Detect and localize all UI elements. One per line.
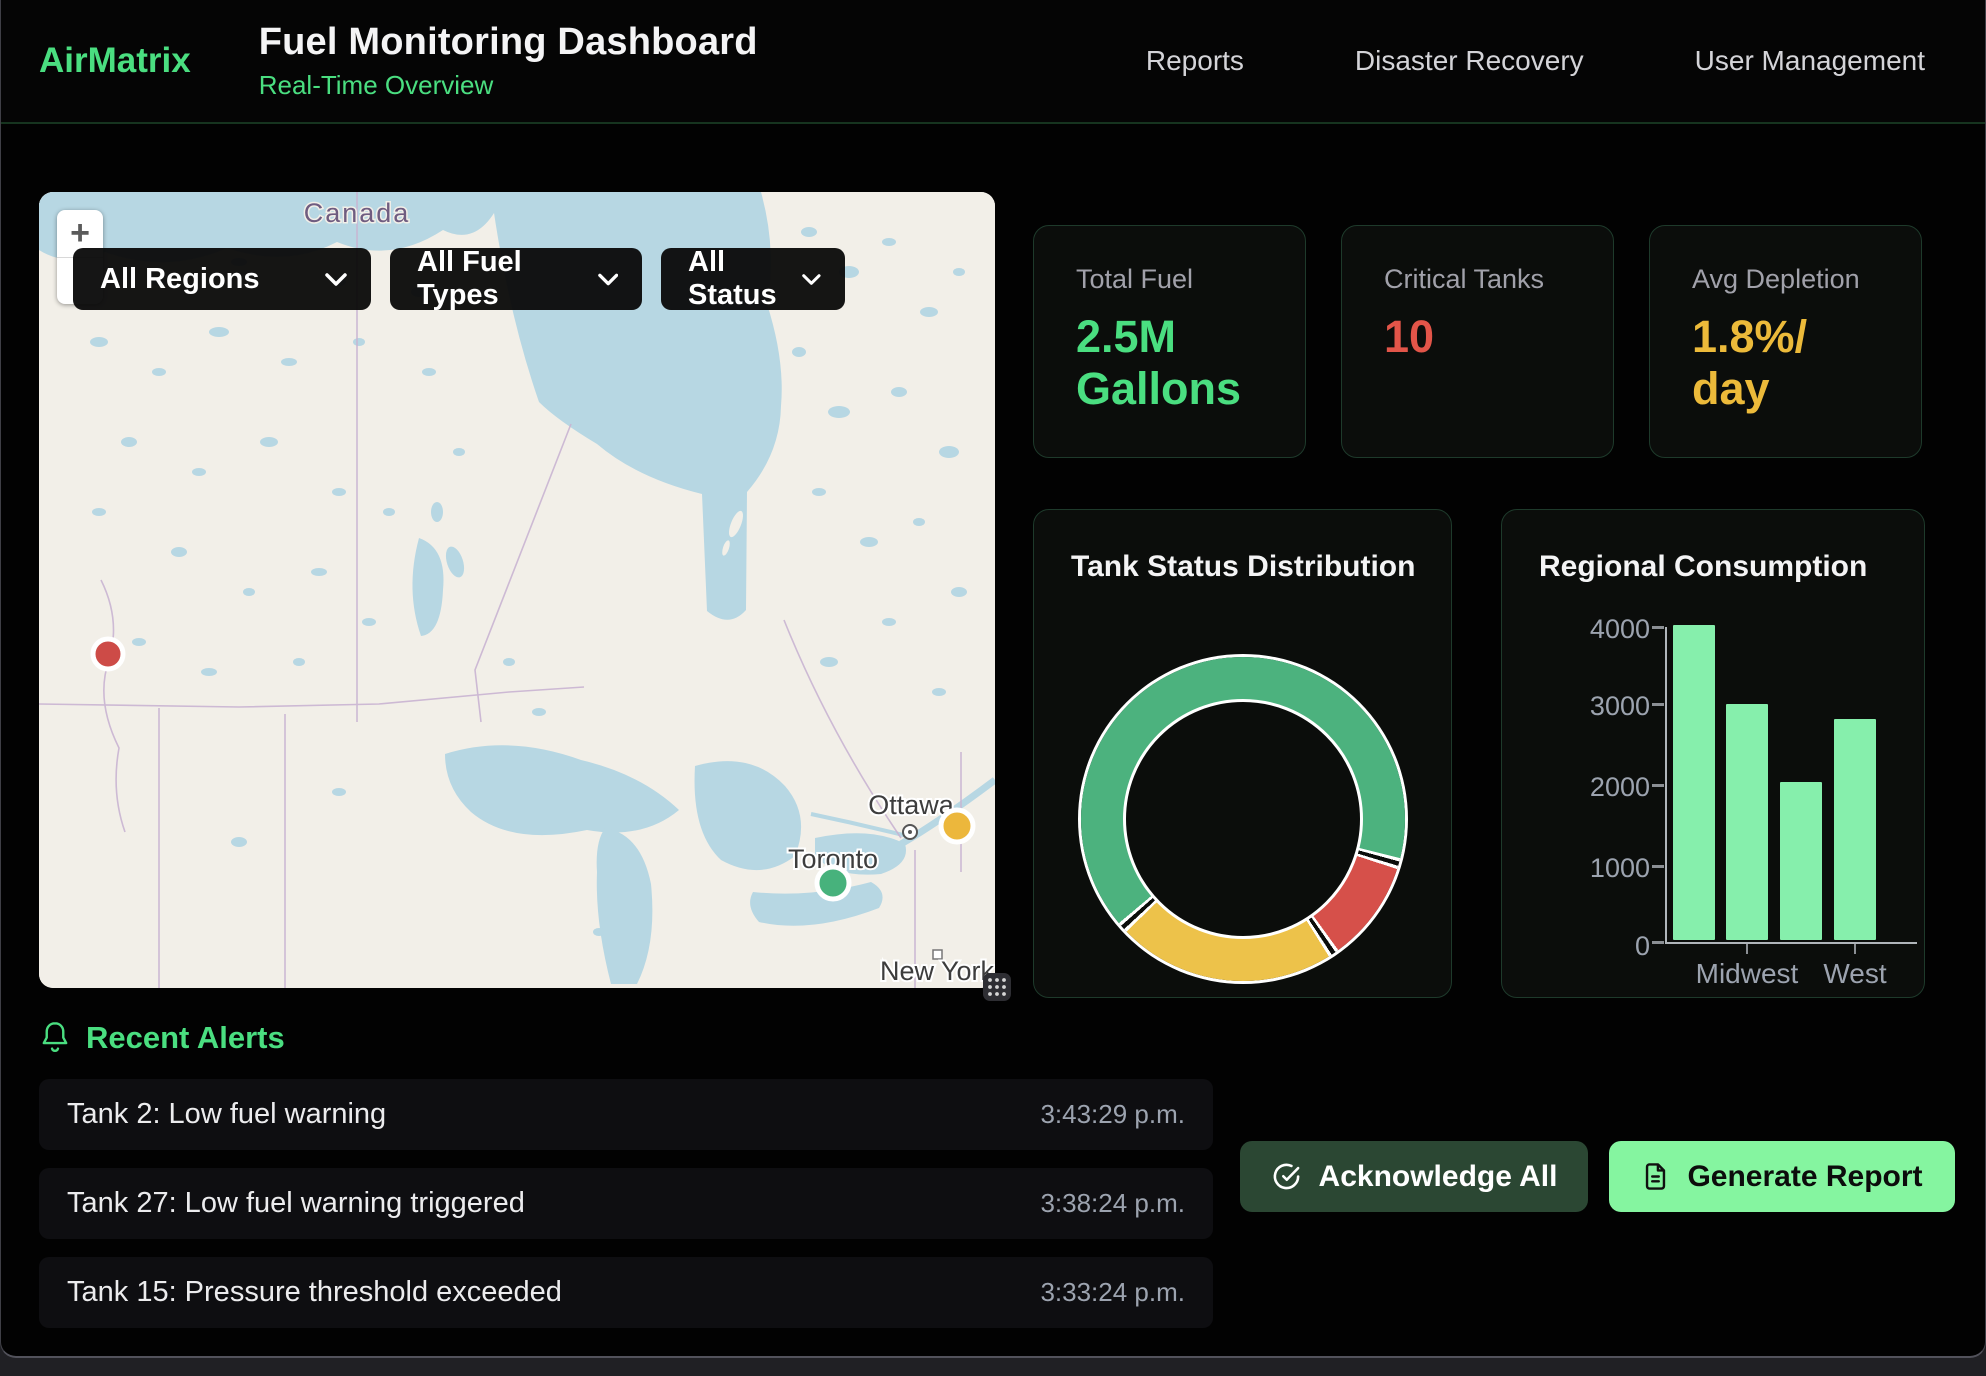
- alerts-heading: Recent Alerts: [39, 1020, 285, 1056]
- stat-critical-tanks: Critical Tanks 10: [1341, 225, 1614, 458]
- acknowledge-all-button[interactable]: Acknowledge All: [1240, 1141, 1588, 1212]
- stat-value: 1.8%/ day: [1692, 311, 1891, 415]
- tank-marker-warning[interactable]: [941, 810, 973, 842]
- page-title: Fuel Monitoring Dashboard: [259, 21, 758, 64]
- y-tick-mark: [1652, 703, 1664, 706]
- alert-row[interactable]: Tank 27: Low fuel warning triggered 3:38…: [39, 1168, 1213, 1239]
- status-dropdown-value: All Status: [688, 246, 802, 312]
- stat-label: Critical Tanks: [1384, 264, 1583, 295]
- bell-icon: [39, 1020, 71, 1056]
- alert-message: Tank 15: Pressure threshold exceeded: [67, 1276, 562, 1309]
- y-axis-line: [1665, 627, 1667, 944]
- chevron-down-icon: [325, 273, 347, 286]
- tank-status-card: Tank Status Distribution: [1033, 509, 1452, 998]
- consumption-bar: [1726, 704, 1768, 940]
- alert-time: 3:38:24 p.m.: [1040, 1188, 1185, 1219]
- chevron-down-icon: [802, 273, 821, 286]
- alert-message: Tank 27: Low fuel warning triggered: [67, 1187, 525, 1220]
- fuel-map[interactable]: Canada Ottawa Toronto New York + All Reg…: [39, 192, 995, 988]
- dashboard-panel: AirMatrix Fuel Monitoring Dashboard Real…: [0, 0, 1986, 1358]
- stat-total-fuel: Total Fuel 2.5M Gallons: [1033, 225, 1306, 458]
- alerts-heading-text: Recent Alerts: [86, 1020, 285, 1056]
- y-tick-mark: [1652, 941, 1664, 944]
- x-tick-label: West: [1795, 958, 1915, 990]
- y-tick-label: 2000: [1502, 772, 1650, 803]
- status-dropdown[interactable]: All Status: [661, 248, 845, 310]
- alert-message: Tank 2: Low fuel warning: [67, 1098, 386, 1131]
- x-tick-mark: [1746, 944, 1748, 954]
- header: AirMatrix Fuel Monitoring Dashboard Real…: [1, 0, 1985, 124]
- stat-avg-depletion: Avg Depletion 1.8%/ day: [1649, 225, 1922, 458]
- tank-marker-normal[interactable]: [817, 867, 849, 899]
- y-tick-mark: [1652, 784, 1664, 787]
- y-tick-label: 4000: [1502, 614, 1650, 645]
- bar-chart-title: Regional Consumption: [1539, 550, 1867, 584]
- alert-time: 3:43:29 p.m.: [1040, 1099, 1185, 1130]
- stat-label: Avg Depletion: [1692, 264, 1891, 295]
- page-title-block: Fuel Monitoring Dashboard Real-Time Over…: [259, 21, 758, 101]
- stat-label: Total Fuel: [1076, 264, 1275, 295]
- nav-disaster-recovery[interactable]: Disaster Recovery: [1355, 45, 1584, 77]
- stat-cards: Total Fuel 2.5M Gallons Critical Tanks 1…: [1033, 225, 1922, 458]
- main-nav: Reports Disaster Recovery User Managemen…: [1146, 45, 1925, 77]
- x-axis-line: [1665, 942, 1917, 944]
- tank-marker-critical[interactable]: [93, 639, 123, 669]
- consumption-bar: [1834, 719, 1876, 940]
- map-resize-handle[interactable]: [983, 973, 1011, 1001]
- consumption-bar: [1780, 782, 1822, 940]
- map-label-canada: Canada: [304, 198, 411, 228]
- lake: [431, 502, 443, 522]
- nav-user-management[interactable]: User Management: [1695, 45, 1925, 77]
- y-tick-label: 3000: [1502, 691, 1650, 722]
- town-dot-icon: [908, 830, 912, 834]
- nav-reports[interactable]: Reports: [1146, 45, 1244, 77]
- page-subtitle: Real-Time Overview: [259, 70, 758, 101]
- alert-time: 3:33:24 p.m.: [1040, 1277, 1185, 1308]
- donut-chart-title: Tank Status Distribution: [1071, 550, 1415, 584]
- y-tick-mark: [1652, 626, 1664, 629]
- consumption-bar: [1673, 625, 1715, 940]
- alert-row[interactable]: Tank 15: Pressure threshold exceeded 3:3…: [39, 1257, 1213, 1328]
- file-text-icon: [1641, 1161, 1670, 1192]
- grip-dots-icon: [986, 976, 1008, 998]
- stat-value: 10: [1384, 311, 1583, 363]
- map-label-ottawa: Ottawa: [868, 790, 955, 820]
- map-filters: All Regions All Fuel Types All Status: [73, 248, 845, 310]
- generate-report-label: Generate Report: [1687, 1160, 1922, 1194]
- stat-value: 2.5M Gallons: [1076, 311, 1275, 415]
- fuel-types-dropdown[interactable]: All Fuel Types: [390, 248, 642, 310]
- acknowledge-all-label: Acknowledge All: [1319, 1160, 1558, 1194]
- donut-chart: [1081, 657, 1405, 981]
- regions-dropdown-value: All Regions: [100, 263, 260, 296]
- map-label-new-york: New York: [880, 956, 995, 986]
- y-tick-mark: [1652, 865, 1664, 868]
- fuel-types-dropdown-value: All Fuel Types: [417, 246, 598, 312]
- y-tick-label: 1000: [1502, 853, 1650, 884]
- regional-consumption-card: Regional Consumption 4000 3000 2000 1000…: [1501, 509, 1925, 998]
- check-circle-icon: [1271, 1161, 1302, 1192]
- alert-row[interactable]: Tank 2: Low fuel warning 3:43:29 p.m.: [39, 1079, 1213, 1150]
- x-tick-mark: [1854, 944, 1856, 954]
- regions-dropdown[interactable]: All Regions: [73, 248, 371, 310]
- brand-logo: AirMatrix: [39, 41, 191, 81]
- chevron-down-icon: [598, 273, 618, 286]
- y-tick-label: 0: [1502, 931, 1650, 962]
- generate-report-button[interactable]: Generate Report: [1609, 1141, 1955, 1212]
